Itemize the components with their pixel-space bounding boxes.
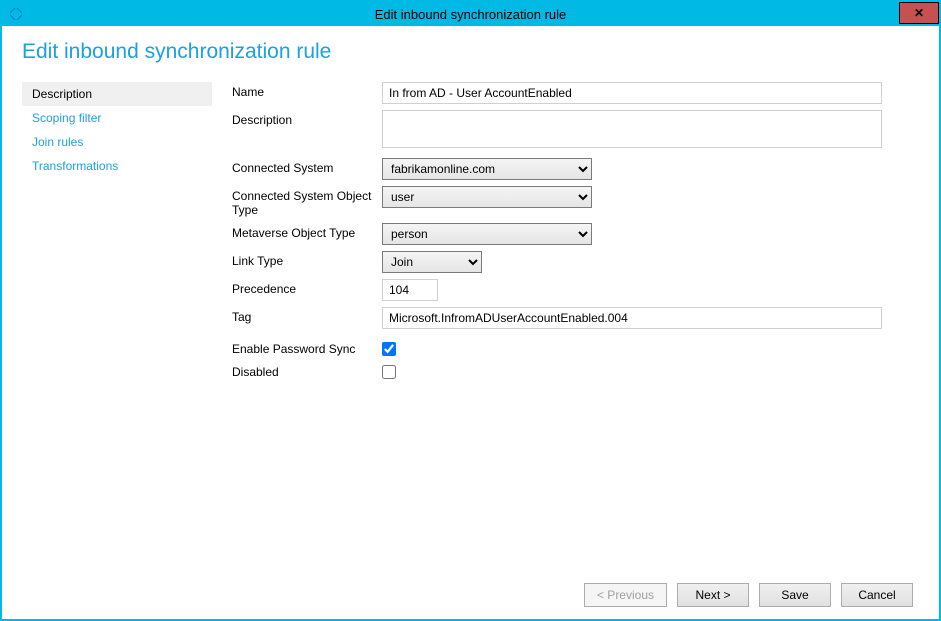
footer: < Previous Next > Save Cancel xyxy=(4,571,937,619)
sidebar: Description Scoping filter Join rules Tr… xyxy=(22,82,212,385)
form-area: Name Description Connected Systemfabrika… xyxy=(232,82,919,385)
main-layout: Description Scoping filter Join rules Tr… xyxy=(22,82,919,385)
enable-password-sync-label: Enable Password Sync xyxy=(232,339,382,356)
enable-password-sync-checkbox[interactable] xyxy=(382,342,396,356)
sidebar-item-label: Description xyxy=(32,87,92,101)
tag-input[interactable] xyxy=(382,307,882,329)
disabled-label: Disabled xyxy=(232,362,382,379)
save-button[interactable]: Save xyxy=(759,583,831,607)
sidebar-item-label: Join rules xyxy=(32,135,83,149)
description-label: Description xyxy=(232,110,382,127)
connected-system-select[interactable]: fabrikamonline.com xyxy=(382,158,592,180)
name-input[interactable] xyxy=(382,82,882,104)
close-button[interactable]: ✕ xyxy=(899,2,939,24)
cs-object-type-label: Connected System Object Type xyxy=(232,186,382,217)
connected-system-label: Connected System xyxy=(232,158,382,175)
link-type-select[interactable]: Join xyxy=(382,251,482,273)
sidebar-item-description[interactable]: Description xyxy=(22,82,212,106)
name-label: Name xyxy=(232,82,382,99)
content-area: Edit inbound synchronization rule Descri… xyxy=(2,26,939,571)
window-title: Edit inbound synchronization rule xyxy=(375,7,567,22)
app-icon xyxy=(8,6,24,22)
precedence-input[interactable] xyxy=(382,279,438,301)
mv-object-type-select[interactable]: person xyxy=(382,223,592,245)
sidebar-item-scoping-filter[interactable]: Scoping filter xyxy=(22,106,212,130)
close-icon: ✕ xyxy=(914,6,924,20)
description-input[interactable] xyxy=(382,110,882,148)
page-title: Edit inbound synchronization rule xyxy=(22,40,919,64)
sidebar-item-label: Transformations xyxy=(32,159,118,173)
tag-label: Tag xyxy=(232,307,382,324)
precedence-label: Precedence xyxy=(232,279,382,296)
cs-object-type-select[interactable]: user xyxy=(382,186,592,208)
next-button[interactable]: Next > xyxy=(677,583,749,607)
title-bar: Edit inbound synchronization rule ✕ xyxy=(2,2,939,26)
cancel-button[interactable]: Cancel xyxy=(841,583,913,607)
sidebar-item-join-rules[interactable]: Join rules xyxy=(22,130,212,154)
disabled-checkbox[interactable] xyxy=(382,365,396,379)
sidebar-item-transformations[interactable]: Transformations xyxy=(22,154,212,178)
link-type-label: Link Type xyxy=(232,251,382,268)
mv-object-type-label: Metaverse Object Type xyxy=(232,223,382,240)
previous-button[interactable]: < Previous xyxy=(584,583,667,607)
sidebar-item-label: Scoping filter xyxy=(32,111,101,125)
